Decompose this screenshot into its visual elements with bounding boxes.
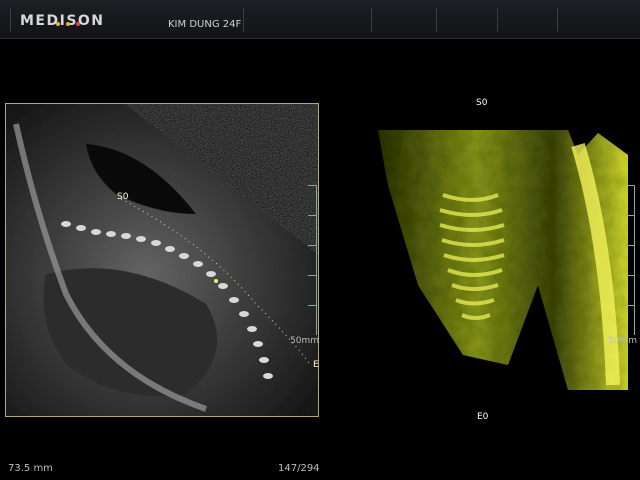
render-end-marker: E0 [477,412,489,422]
render-image [378,130,628,390]
patient-label: KIM DUNG 24F [168,19,242,30]
brand-dot [76,22,80,26]
render-depth-label: 50mm [608,336,637,346]
render-3d-view[interactable] [378,125,636,395]
brand-dot [66,22,70,26]
render-start-marker: S0 [476,98,488,108]
depth-ruler [316,185,317,335]
toolbar-divider [497,8,498,32]
toolbar-divider [243,8,244,32]
toolbar-divider [10,8,11,32]
render-depth-ruler [634,185,635,335]
toolbar-divider [436,8,437,32]
length-readout: 73.5 mm [8,463,53,474]
top-bar: MEDISON KIM DUNG 24F [0,0,640,39]
ultrasound-image [6,104,318,416]
start-marker: S0 [117,192,129,202]
end-marker: E [313,360,319,370]
brand-dot [56,22,60,26]
ultrasound-2d-view[interactable]: S0 E [5,103,319,417]
depth-label: 50mm [290,336,319,346]
toolbar-divider [557,8,558,32]
frame-counter: 147/294 [278,463,320,474]
toolbar-divider [371,8,372,32]
brand-dots [56,11,86,30]
